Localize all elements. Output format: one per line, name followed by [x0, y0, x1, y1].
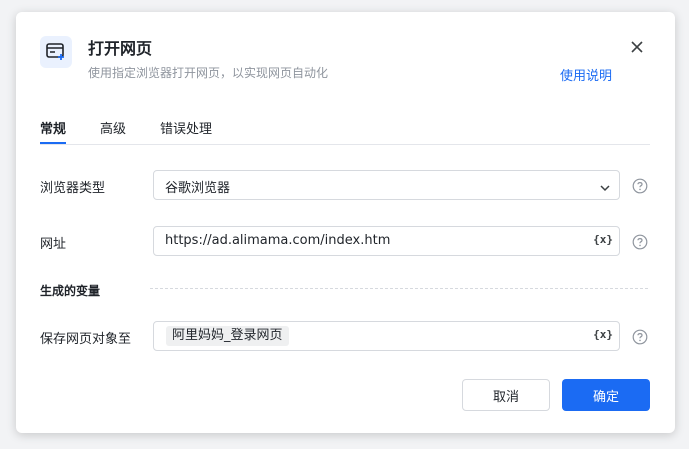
variable-tag: 阿里妈妈_登录网页: [166, 326, 289, 346]
chevron-down-icon: [599, 179, 611, 192]
browser-type-select[interactable]: 谷歌浏览器: [153, 170, 620, 200]
tab-general[interactable]: 常规: [40, 118, 67, 144]
confirm-button[interactable]: 确定: [562, 379, 650, 411]
url-label: 网址: [40, 237, 67, 252]
tab-error-handling[interactable]: 错误处理: [160, 118, 212, 144]
save-variable-button[interactable]: {x}: [593, 328, 613, 341]
section-divider: [150, 288, 648, 289]
browser-type-label: 浏览器类型: [40, 181, 106, 196]
save-page-object-label: 保存网页对象至: [40, 332, 132, 347]
save-page-object-help-icon[interactable]: [632, 329, 648, 345]
tab-bar: 常规 高级 错误处理: [40, 118, 650, 145]
usage-help-link[interactable]: 使用说明: [560, 65, 612, 84]
save-page-object-input[interactable]: 阿里妈妈_登录网页 {x}: [153, 321, 620, 351]
dialog-title: 打开网页: [88, 39, 153, 58]
url-variable-button[interactable]: {x}: [593, 233, 613, 246]
browser-type-value: 谷歌浏览器: [165, 181, 231, 196]
url-input[interactable]: https://ad.alimama.com/index.htm {x}: [153, 226, 620, 256]
generated-variables-title: 生成的变量: [40, 284, 101, 298]
url-value: https://ad.alimama.com/index.htm: [165, 233, 391, 248]
close-icon[interactable]: [628, 38, 646, 56]
url-help-icon[interactable]: [632, 234, 648, 250]
tab-advanced[interactable]: 高级: [100, 118, 126, 144]
browser-open-icon: [40, 36, 72, 68]
cancel-button[interactable]: 取消: [462, 379, 550, 411]
dialog-subtitle: 使用指定浏览器打开网页，以实现网页自动化: [88, 66, 329, 80]
browser-type-help-icon[interactable]: [632, 178, 648, 194]
open-webpage-dialog: 打开网页 使用指定浏览器打开网页，以实现网页自动化 使用说明 常规 高级 错误处…: [16, 12, 675, 433]
